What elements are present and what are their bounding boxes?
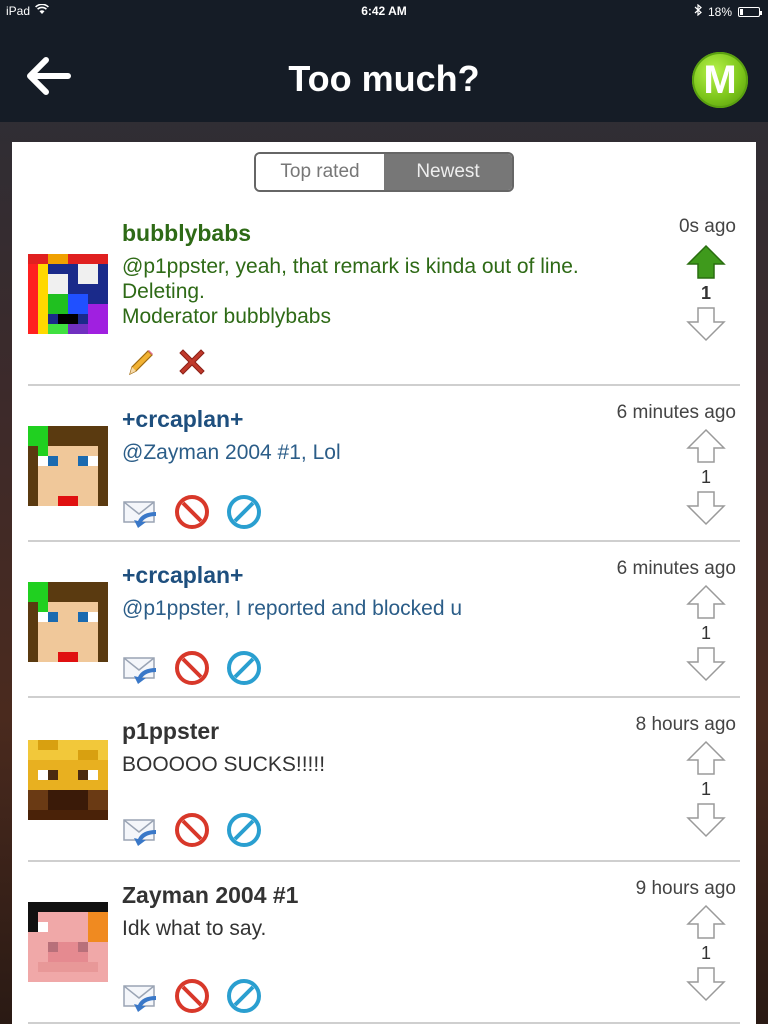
reply-mail-icon[interactable] [122,494,158,530]
sort-segmented-control: Top rated Newest [254,152,514,192]
ban-user-icon[interactable] [226,494,262,530]
comment-text: Idk what to say. [122,917,267,940]
comment-time: 8 hours ago [635,714,736,735]
vote-control: 1 [686,244,726,342]
comment-actions [122,978,262,1014]
app-logo-button[interactable]: M [692,52,748,108]
comment-actions [122,494,262,530]
reply-mail-icon[interactable] [122,650,158,686]
comment-text: @p1ppster, I reported and blocked u [122,597,463,620]
page-title: Too much? [288,58,480,99]
report-block-icon[interactable] [174,812,210,848]
vote-count: 1 [700,779,711,799]
comments-panel: Top rated Newest bubblybabs @p1ppster, y… [12,142,756,1024]
comment-author[interactable]: Zayman 2004 #1 [122,882,298,909]
comment-time: 9 hours ago [635,878,736,899]
reply-mail-icon[interactable] [122,978,158,1014]
tab-top-rated[interactable]: Top rated [256,154,384,190]
downvote-arrow-icon[interactable] [686,306,726,342]
downvote-arrow-icon[interactable] [686,966,726,1002]
pencil-icon[interactable] [122,344,158,380]
comment-item: +crcaplan+ @p1ppster, I reported and blo… [28,544,740,698]
vote-count: 1 [700,467,711,487]
vote-control: 1 [686,904,726,1002]
avatar[interactable] [28,902,108,982]
comment-text: @p1ppster, yeah, that remark is kinda ou… [122,255,579,328]
clock: 6:42 AM [361,4,407,18]
avatar[interactable] [28,426,108,506]
upvote-arrow-icon[interactable] [686,244,726,280]
avatar[interactable] [28,740,108,820]
avatar[interactable] [28,254,108,334]
comment-author[interactable]: bubblybabs [122,220,251,247]
avatar[interactable] [28,582,108,662]
upvote-arrow-icon[interactable] [686,428,726,464]
comment-author[interactable]: +crcaplan+ [122,406,243,433]
report-block-icon[interactable] [174,650,210,686]
battery-icon [738,6,762,17]
vote-control: 1 [686,740,726,838]
comment-item: +crcaplan+ @Zayman 2004 #1, Lol 6 minute… [28,388,740,542]
nav-bar: Too much? M [0,22,768,122]
ban-user-icon[interactable] [226,650,262,686]
ban-user-icon[interactable] [226,978,262,1014]
comment-item: bubblybabs @p1ppster, yeah, that remark … [28,208,740,386]
delete-x-icon[interactable] [174,344,210,380]
vote-count: 1 [700,283,711,303]
report-block-icon[interactable] [174,978,210,1014]
downvote-arrow-icon[interactable] [686,490,726,526]
vote-count: 1 [700,943,711,963]
downvote-arrow-icon[interactable] [686,802,726,838]
comment-time: 6 minutes ago [616,558,736,579]
status-bar: iPad 6:42 AM 18% [0,0,768,22]
bluetooth-icon [694,3,702,19]
vote-control: 1 [686,428,726,526]
upvote-arrow-icon[interactable] [686,904,726,940]
comment-text: BOOOOO SUCKS!!!!! [122,753,326,776]
comment-actions [122,650,262,686]
comment-author[interactable]: +crcaplan+ [122,562,243,589]
comment-item: Zayman 2004 #1 Idk what to say. 9 hours … [28,864,740,1024]
report-block-icon[interactable] [174,494,210,530]
comment-actions [122,812,262,848]
comment-author[interactable]: p1ppster [122,718,219,745]
vote-control: 1 [686,584,726,682]
comment-time: 6 minutes ago [616,402,736,423]
battery-fill [740,8,743,15]
tab-newest[interactable]: Newest [384,154,512,190]
reply-mail-icon[interactable] [122,812,158,848]
comment-time: 0s ago [678,216,736,237]
battery-percent: 18% [707,4,732,19]
ban-user-icon[interactable] [226,812,262,848]
upvote-arrow-icon[interactable] [686,584,726,620]
upvote-arrow-icon[interactable] [686,740,726,776]
comment-text: @Zayman 2004 #1, Lol [122,441,341,464]
vote-count: 1 [700,623,711,643]
comment-actions [122,344,210,380]
downvote-arrow-icon[interactable] [686,646,726,682]
comment-item: p1ppster BOOOOO SUCKS!!!!! 8 hours ago 1 [28,700,740,862]
